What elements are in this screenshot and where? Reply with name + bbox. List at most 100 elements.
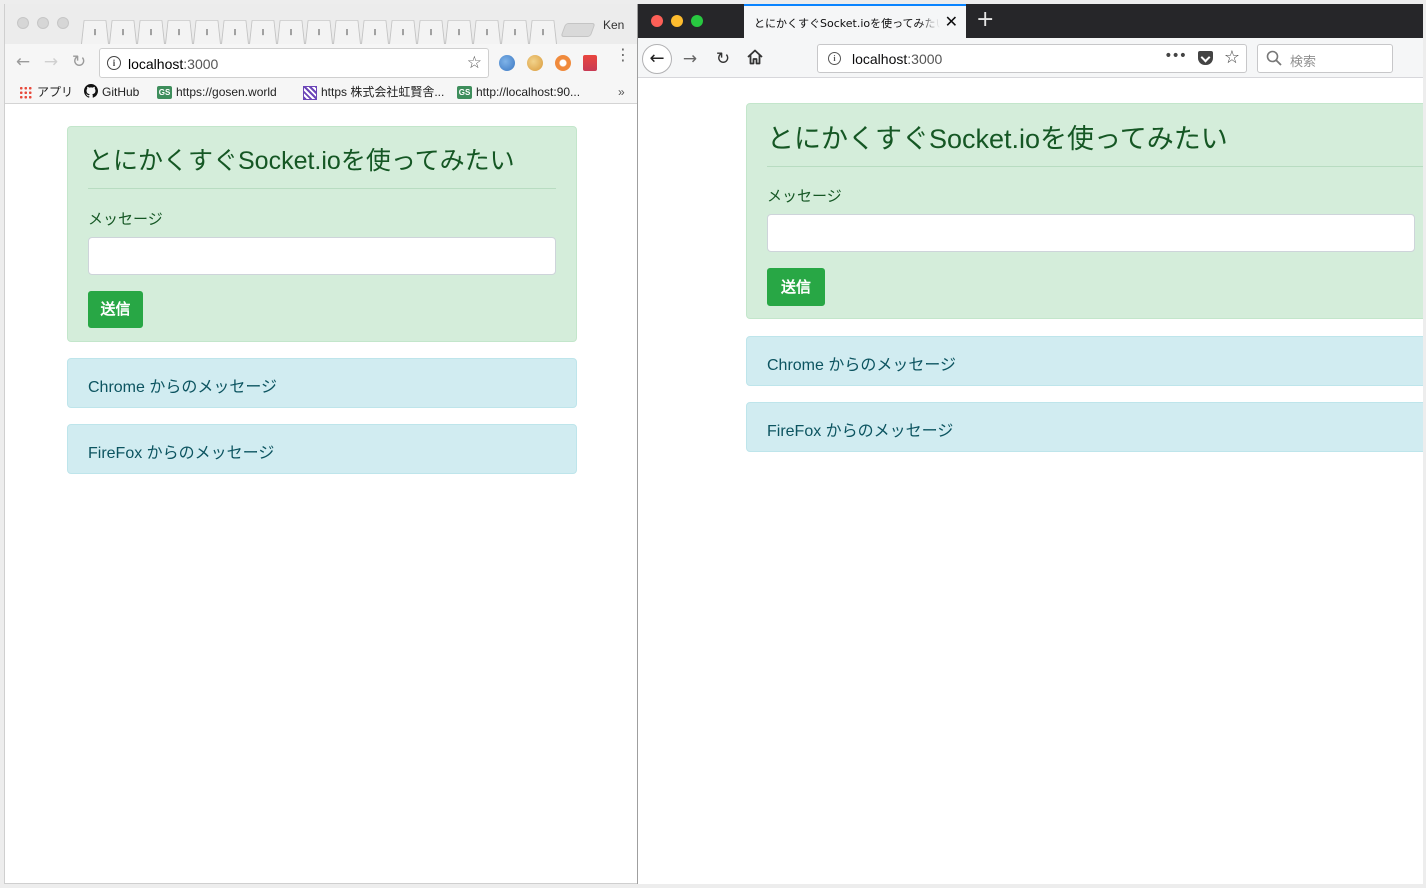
message-input[interactable] [88, 237, 556, 275]
chrome-mini-tab[interactable] [277, 20, 305, 44]
pocket-icon[interactable] [1198, 51, 1213, 65]
firefox-home-icon[interactable] [744, 48, 766, 73]
tab-favicon-icon [458, 28, 460, 36]
message-alert-chrome: Chrome からのメッセージ [67, 358, 577, 408]
firefox-reload-icon[interactable]: ↻ [712, 47, 734, 71]
chrome-mini-tab[interactable] [109, 20, 137, 44]
tab-close-icon[interactable]: ✕ [945, 12, 958, 31]
firefox-urlbar[interactable]: i localhost:3000 ••• ☆ [817, 44, 1247, 73]
tab-favicon-icon [178, 28, 180, 36]
tab-favicon-icon [94, 28, 96, 36]
tab-favicon-icon [290, 28, 292, 36]
search-icon [1266, 50, 1282, 70]
extension-cookie-icon[interactable] [527, 55, 543, 71]
gs-badge-icon: GS [457, 86, 472, 100]
jumbotron: とにかくすぐSocket.ioを使ってみたい メッセージ 送信 [746, 103, 1423, 319]
github-icon [84, 84, 99, 102]
bookmark-gosen[interactable]: GS https://gosen.world [157, 84, 277, 100]
chrome-mini-tab[interactable] [249, 20, 277, 44]
extension-globe-icon[interactable] [499, 55, 515, 71]
firefox-close-light[interactable] [651, 15, 663, 27]
chrome-mini-tab[interactable] [137, 20, 165, 44]
message-alert-firefox: FireFox からのメッセージ [67, 424, 577, 474]
gs-badge-icon: GS [157, 86, 172, 100]
jumbotron: とにかくすぐSocket.ioを使ってみたい メッセージ 送信 [67, 126, 577, 342]
firefox-url[interactable]: localhost:3000 [852, 51, 942, 67]
chrome-reload-icon[interactable]: ↻ [69, 52, 89, 72]
firefox-searchbar[interactable]: 検索 [1257, 44, 1393, 73]
chrome-mini-tab[interactable] [501, 20, 529, 44]
chrome-mini-tab[interactable] [445, 20, 473, 44]
tab-favicon-icon [542, 28, 544, 36]
chrome-mini-tab[interactable] [165, 20, 193, 44]
chrome-window: Ken ← → ↻ i localhost:3000 ☆ ⋮ アプリ GitHu… [4, 4, 638, 884]
firefox-back-icon[interactable]: ← [642, 44, 672, 74]
bookmark-star-icon[interactable]: ☆ [467, 53, 482, 73]
page-title: とにかくすぐSocket.ioを使ってみたい [767, 124, 1228, 154]
send-button[interactable]: 送信 [767, 268, 825, 306]
chrome-mini-tab[interactable] [81, 20, 109, 44]
chrome-mini-tab[interactable] [221, 20, 249, 44]
chrome-menu-icon[interactable]: ⋮ [615, 47, 631, 63]
message-input[interactable] [767, 214, 1415, 252]
firefox-tab-title: とにかくすぐSocket.ioを使ってみたい [754, 17, 940, 30]
firefox-forward-icon[interactable]: → [679, 47, 701, 71]
bookmark-localhost[interactable]: GS http://localhost:90... [457, 84, 580, 100]
tab-favicon-icon [262, 28, 264, 36]
chrome-mini-tab[interactable] [361, 20, 389, 44]
tab-favicon-icon [318, 28, 320, 36]
chrome-mini-tab[interactable] [193, 20, 221, 44]
title-divider [88, 188, 556, 189]
bookmark-apps[interactable]: アプリ [19, 84, 73, 100]
chrome-forward-icon[interactable]: → [41, 52, 61, 72]
chrome-omnibox[interactable]: i localhost:3000 ☆ [99, 48, 489, 78]
chrome-minimize-light[interactable] [37, 17, 49, 29]
firefox-new-tab-icon[interactable]: + [976, 8, 994, 32]
chrome-mini-tab[interactable] [389, 20, 417, 44]
chrome-close-light[interactable] [17, 17, 29, 29]
chrome-mini-tab[interactable] [473, 20, 501, 44]
chrome-zoom-light[interactable] [57, 17, 69, 29]
bookmarks-overflow-icon[interactable]: » [618, 84, 625, 100]
message-label: メッセージ [767, 188, 842, 205]
site-info-icon[interactable]: i [107, 56, 121, 70]
chrome-mini-tab[interactable] [529, 20, 557, 44]
bookmark-github[interactable]: GitHub [84, 84, 139, 100]
tab-favicon-icon [374, 28, 376, 36]
page-actions-icon[interactable]: ••• [1164, 48, 1187, 64]
chrome-mini-tab[interactable] [305, 20, 333, 44]
bookmark-company[interactable]: https 株式会社虹賢舎... [303, 84, 444, 100]
message-alert-firefox: FireFox からのメッセージ [746, 402, 1423, 452]
chrome-back-icon[interactable]: ← [13, 52, 33, 72]
firefox-minimize-light[interactable] [671, 15, 683, 27]
tab-favicon-icon [234, 28, 236, 36]
send-button[interactable]: 送信 [88, 291, 143, 328]
search-placeholder: 検索 [1290, 55, 1317, 70]
tab-favicon-icon [430, 28, 432, 36]
chrome-url[interactable]: localhost:3000 [128, 56, 218, 72]
chrome-mini-tab[interactable] [417, 20, 445, 44]
chrome-profile-name[interactable]: Ken [603, 18, 624, 32]
page-title: とにかくすぐSocket.ioを使ってみたい [88, 147, 515, 175]
apps-grid-icon [19, 86, 32, 100]
bookmark-star-icon[interactable]: ☆ [1224, 47, 1240, 68]
chrome-new-tab-button[interactable] [560, 23, 596, 37]
tab-favicon-icon [402, 28, 404, 36]
firefox-zoom-light[interactable] [691, 15, 703, 27]
chrome-mini-tab[interactable] [333, 20, 361, 44]
title-divider [767, 166, 1423, 167]
extension-orange-icon[interactable] [555, 55, 571, 71]
tab-favicon-icon [122, 28, 124, 36]
message-alert-chrome: Chrome からのメッセージ [746, 336, 1423, 386]
tab-favicon-icon [206, 28, 208, 36]
tab-favicon-icon [514, 28, 516, 36]
firefox-active-tab[interactable]: とにかくすぐSocket.ioを使ってみたい ✕ [744, 4, 966, 38]
tab-favicon-icon [486, 28, 488, 36]
tab-favicon-icon [346, 28, 348, 36]
firefox-window: とにかくすぐSocket.ioを使ってみたい ✕ + ← → ↻ i local… [637, 4, 1423, 884]
extension-red-icon[interactable] [583, 55, 597, 71]
desktop-bg-bottom [0, 884, 1426, 888]
message-label: メッセージ [88, 211, 163, 228]
tab-favicon-icon [150, 28, 152, 36]
site-info-icon[interactable]: i [828, 52, 841, 65]
